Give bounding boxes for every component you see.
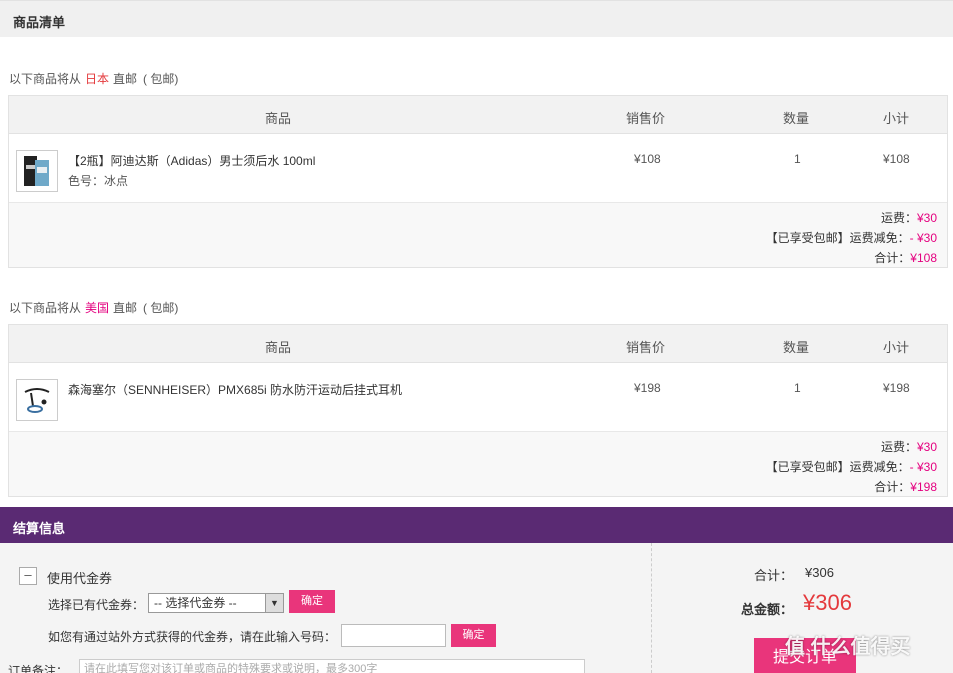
col-subtotal: 小计 (883, 111, 910, 126)
remark-input[interactable]: 请在此填写您对该订单或商品的特殊要求或说明，最多300字 (79, 659, 585, 673)
item-price: ¥198 (634, 381, 661, 395)
order-origin-japan: 以下商品将从 日本 直邮 ( 包邮) (9, 70, 178, 87)
total-label: 合计： (874, 251, 911, 265)
coupon-select-value: -- 选择代金券 -- (154, 596, 237, 610)
grand-total-value: ¥306 (803, 590, 852, 615)
shipping-line: 运费：¥30 (881, 438, 937, 455)
product-list-title: 商品清单 (13, 15, 66, 30)
shipping-note: ( 包邮) (143, 72, 179, 86)
headphones-icon[interactable] (16, 379, 58, 421)
total-line: 合计：¥108 (874, 249, 937, 266)
col-product: 商品 (265, 340, 292, 355)
sum-value: ¥306 (805, 565, 834, 580)
order-table-japan: 商品 销售价 数量 小计 【2瓶】阿迪达斯（Adidas）男士须后水 100ml… (8, 95, 948, 268)
shipping-value: ¥30 (916, 440, 937, 454)
col-qty: 数量 (783, 340, 810, 355)
origin-country: 日本 (85, 72, 110, 86)
item-subtotal: ¥108 (883, 152, 910, 166)
origin-suffix: 直邮 (113, 301, 138, 315)
order-origin-usa: 以下商品将从 美国 直邮 ( 包邮) (9, 299, 178, 316)
order-summary: 运费：¥30 【已享受包邮】运费减免：- ¥30 合计：¥108 (9, 203, 947, 267)
coupon-select-label: 选择已有代金券： (48, 598, 145, 612)
table-row: 森海塞尔（SENNHEISER）PMX685i 防水防汗运动后挂式耳机 ¥198… (9, 363, 947, 432)
item-subtotal: ¥198 (883, 381, 910, 395)
origin-suffix: 直邮 (113, 72, 138, 86)
shipping-label: 运费： (880, 211, 917, 225)
coupon-select[interactable]: -- 选择代金券 -- ▼ (148, 593, 284, 613)
discount-value: - ¥30 (909, 460, 937, 474)
coupon-code-label: 如您有通过站外方式获得的代金券，请在此输入号码： (48, 630, 337, 644)
shipping-note: ( 包邮) (143, 301, 179, 315)
product-name-link[interactable]: 【2瓶】阿迪达斯（Adidas）男士须后水 100ml (68, 152, 315, 169)
discount-label: 【已享受包邮】运费减免： (765, 231, 910, 245)
total-value: ¥108 (910, 251, 937, 265)
discount-line: 【已享受包邮】运费减免：- ¥30 (766, 229, 937, 246)
item-qty: 1 (794, 381, 801, 395)
product-attribute: 色号：冰点 (68, 174, 129, 188)
total-line: 合计：¥198 (874, 478, 937, 495)
table-header: 商品 销售价 数量 小计 (9, 325, 947, 363)
watermark: 值 什么值得买 (785, 636, 911, 658)
item-qty: 1 (794, 152, 801, 166)
order-summary: 运费：¥30 【已享受包邮】运费减免：- ¥30 合计：¥198 (9, 432, 947, 496)
origin-country: 美国 (85, 301, 110, 315)
col-qty: 数量 (783, 111, 810, 126)
collapse-toggle-button[interactable]: – (19, 567, 37, 585)
total-value: ¥198 (910, 480, 937, 494)
origin-prefix: 以下商品将从 (9, 301, 82, 315)
dropdown-arrow-icon[interactable]: ▼ (265, 594, 283, 612)
table-header: 商品 销售价 数量 小计 (9, 96, 947, 134)
col-subtotal: 小计 (883, 340, 910, 355)
remark-label: 订单备注： (8, 664, 69, 673)
checkout-header: 结算信息 (0, 507, 953, 543)
checkout-title: 结算信息 (13, 521, 66, 536)
coupon-code-confirm-button[interactable]: 确定 (451, 624, 496, 647)
table-row: 【2瓶】阿迪达斯（Adidas）男士须后水 100ml 色号：冰点 ¥108 1… (9, 134, 947, 203)
col-price: 销售价 (626, 111, 666, 126)
order-table-usa: 商品 销售价 数量 小计 森海塞尔（SENNHEISER）PMX685i 防水防… (8, 324, 948, 497)
sum-label: 合计： (754, 568, 794, 583)
shipping-label: 运费： (880, 440, 917, 454)
col-product: 商品 (265, 111, 292, 126)
product-list-header: 商品清单 (0, 0, 953, 37)
origin-prefix: 以下商品将从 (9, 72, 82, 86)
coupon-confirm-button[interactable]: 确定 (289, 590, 335, 613)
discount-label: 【已享受包邮】运费减免： (765, 460, 910, 474)
total-label: 合计： (874, 480, 911, 494)
shipping-value: ¥30 (916, 211, 937, 225)
aftershave-bottle-icon[interactable] (16, 150, 58, 192)
discount-line: 【已享受包邮】运费减免：- ¥30 (766, 458, 937, 475)
coupon-section-title: 使用代金券 (47, 571, 113, 586)
product-name-link[interactable]: 森海塞尔（SENNHEISER）PMX685i 防水防汗运动后挂式耳机 (68, 381, 402, 398)
divider (651, 543, 652, 673)
coupon-code-input[interactable] (341, 624, 446, 647)
grand-total-label: 总金额： (741, 602, 794, 617)
col-price: 销售价 (626, 340, 666, 355)
discount-value: - ¥30 (909, 231, 937, 245)
item-price: ¥108 (634, 152, 661, 166)
shipping-line: 运费：¥30 (881, 209, 937, 226)
